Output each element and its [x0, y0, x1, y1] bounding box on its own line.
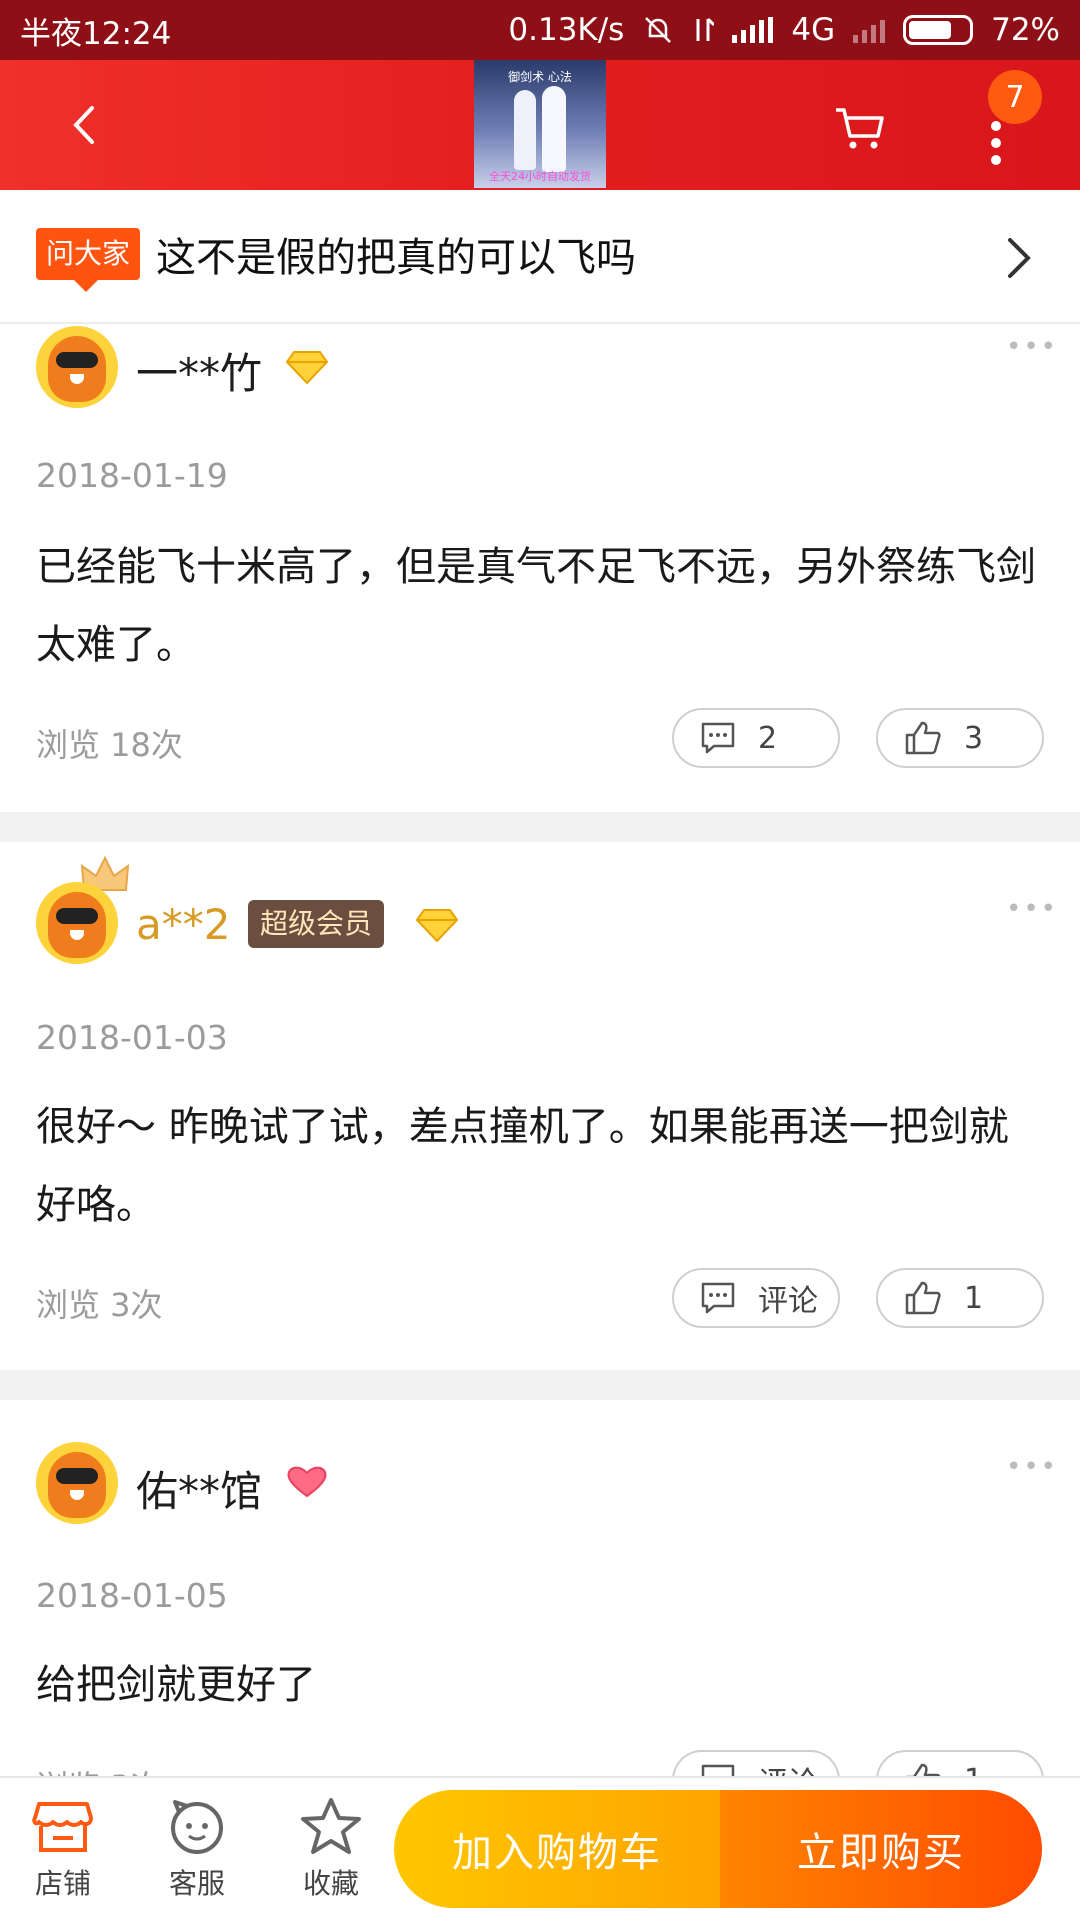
comment-icon — [701, 722, 735, 754]
battery-percent: 72% — [991, 12, 1060, 48]
diamond-icon — [286, 351, 328, 384]
question-text: 这不是假的把真的可以飞吗 — [156, 235, 636, 281]
super-member-badge: 超级会员 — [248, 900, 385, 948]
shop-icon — [32, 1802, 93, 1852]
status-time: 半夜12:24 — [20, 15, 172, 52]
diamond-icon — [416, 909, 458, 942]
more-icon[interactable] — [990, 118, 1002, 168]
net-speed: 0.13K/s — [508, 12, 625, 48]
view-count: 浏览 18次 — [36, 726, 183, 764]
comment-button[interactable]: 评论 — [672, 1750, 840, 1776]
heart-icon — [287, 1466, 327, 1498]
view-count: 浏览 3次 — [36, 1286, 163, 1324]
avatar[interactable] — [36, 326, 118, 408]
chevron-right-icon — [1008, 238, 1031, 278]
thumbs-up-icon — [905, 721, 941, 755]
answer-date: 2018-01-19 — [36, 456, 228, 495]
thumbs-up-icon — [906, 1763, 941, 1776]
thumbnail-caption: 全天24小时自动发货 — [489, 170, 591, 183]
thumbs-up-icon — [905, 1281, 941, 1315]
like-count: 1 — [964, 1763, 983, 1777]
view-count: 浏览 3次 — [36, 1762, 163, 1776]
battery-icon — [903, 15, 974, 45]
tab-shop[interactable]: 店铺 — [8, 1796, 118, 1902]
comment-button[interactable]: 2 — [672, 708, 840, 768]
comment-label: 评论 — [758, 1758, 818, 1776]
more-options-icon[interactable]: ••• — [1006, 332, 1058, 362]
tab-label: 店铺 — [34, 1867, 91, 1900]
answer-card: 一**竹 ••• 2018-01-19 已经能飞十米高了，但是真气不足飞不远，另… — [0, 326, 1080, 810]
status-bar: 半夜12:24 0.13K/s 4G 72% — [0, 0, 1080, 60]
network-type: 4G — [791, 12, 836, 48]
customer-service-icon — [171, 1800, 223, 1854]
answer-date: 2018-01-05 — [36, 1576, 228, 1615]
like-button[interactable]: 1 — [876, 1750, 1044, 1776]
answer-content: 给把剑就更好了 — [36, 1662, 316, 1708]
buy-now-button[interactable]: 立即购买 — [720, 1790, 1042, 1908]
answer-card: a**2 超级会员 ••• 2018-01-03 很好～ 昨晚试了试，差点撞机了… — [0, 842, 1080, 1368]
comment-label: 评论 — [758, 1284, 818, 1319]
answer-content: 很好～ 昨晚试了试，差点撞机了。如果能再送一把剑就好咯。 — [36, 1104, 1009, 1228]
app-screen: 半夜12:24 0.13K/s 4G 72% 御剑术 心法 全天24小时自动发货… — [0, 0, 1080, 1920]
bottom-action-bar: 店铺 客服 收藏 加入购物车 立即购买 — [0, 1776, 1080, 1920]
avatar[interactable] — [36, 882, 118, 964]
thumbnail-title: 御剑术 心法 — [508, 70, 572, 84]
like-count: 1 — [964, 1280, 984, 1316]
mute-icon — [645, 17, 672, 43]
cart-icon[interactable] — [832, 100, 888, 156]
question-bar[interactable]: 问大家 这不是假的把真的可以飞吗 — [0, 190, 1080, 324]
status-indicators: 0.13K/s 4G 72% — [508, 12, 1060, 48]
comment-icon — [701, 1282, 735, 1314]
answer-date: 2018-01-03 — [36, 1018, 228, 1057]
more-options-icon[interactable]: ••• — [1006, 894, 1058, 924]
like-count: 3 — [964, 720, 984, 756]
card-divider — [0, 812, 1080, 842]
user-name: a**2 — [136, 900, 231, 949]
tab-label: 收藏 — [302, 1867, 359, 1900]
product-thumbnail[interactable]: 御剑术 心法 全天24小时自动发货 — [474, 60, 606, 188]
tab-favorite[interactable]: 收藏 — [276, 1796, 386, 1902]
more-options-icon[interactable]: ••• — [1006, 1452, 1058, 1482]
tab-customer-service[interactable]: 客服 — [142, 1796, 252, 1902]
comment-button[interactable]: 评论 — [672, 1268, 840, 1328]
comment-icon — [701, 1764, 735, 1776]
signal-icon — [732, 17, 774, 43]
back-icon[interactable] — [58, 98, 112, 152]
data-transfer-icon — [696, 17, 715, 41]
ask-everyone-tag: 问大家 — [36, 228, 141, 292]
signal-2-icon — [853, 17, 886, 43]
product-header: 御剑术 心法 全天24小时自动发货 7 — [0, 60, 1080, 190]
answer-card: 佑**馆 ••• 2018-01-05 给把剑就更好了 浏览 3次 评论 1 — [0, 1400, 1080, 1776]
add-to-cart-button[interactable]: 加入购物车 — [394, 1790, 720, 1908]
like-button[interactable]: 1 — [876, 1268, 1044, 1328]
tab-label: 客服 — [168, 1867, 225, 1900]
comment-label: 2 — [758, 720, 778, 756]
user-name: 佑**馆 — [136, 1467, 263, 1516]
star-icon — [301, 1798, 361, 1854]
avatar[interactable] — [36, 1442, 118, 1524]
notification-badge: 7 — [988, 70, 1042, 124]
answer-content: 已经能飞十米高了，但是真气不足飞不远，另外祭练飞剑太难了。 — [36, 544, 1036, 668]
card-divider — [0, 1370, 1080, 1400]
user-name: 一**竹 — [136, 349, 263, 398]
like-button[interactable]: 3 — [876, 708, 1044, 768]
